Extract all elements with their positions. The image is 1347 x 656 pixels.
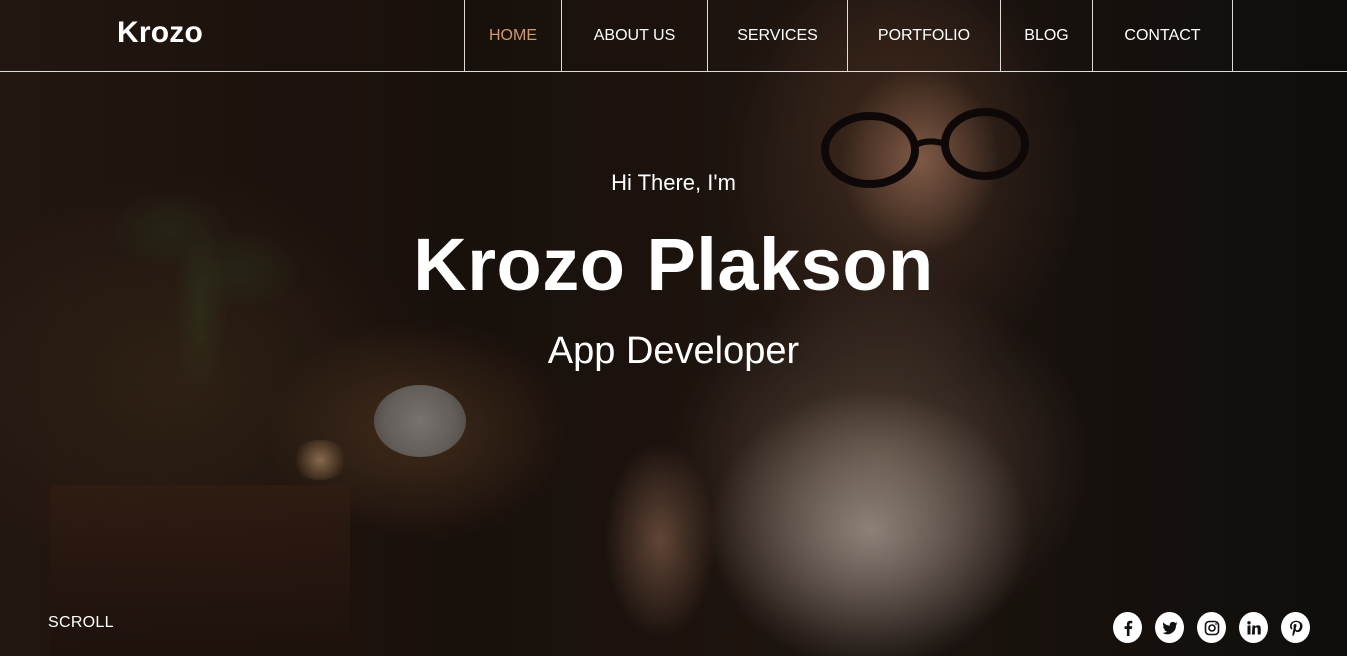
site-header: Krozo HOME ABOUT US SERVICES PORTFOLIO B… (0, 0, 1347, 72)
dark-overlay (0, 0, 1347, 656)
site-logo[interactable]: Krozo (117, 16, 203, 50)
nav-item-contact[interactable]: CONTACT (1093, 0, 1233, 71)
scroll-indicator[interactable]: SCROLL (48, 614, 114, 632)
hero-intro: Hi There, I'm (611, 170, 736, 195)
facebook-icon[interactable] (1113, 612, 1142, 643)
nav-item-blog[interactable]: BLOG (1001, 0, 1093, 71)
nav-item-services[interactable]: SERVICES (708, 0, 848, 71)
hero-role: App Developer (547, 330, 800, 372)
hero-background (0, 0, 1347, 656)
social-links (1113, 612, 1310, 643)
main-nav: HOME ABOUT US SERVICES PORTFOLIO BLOG CO… (464, 0, 1233, 71)
twitter-icon[interactable] (1155, 612, 1184, 643)
instagram-icon[interactable] (1197, 612, 1226, 643)
nav-item-about-us[interactable]: ABOUT US (562, 0, 708, 71)
linkedin-icon[interactable] (1239, 612, 1268, 643)
nav-item-home[interactable]: HOME (465, 0, 562, 71)
hero-name: Krozo Plakson (413, 223, 934, 306)
nav-item-portfolio[interactable]: PORTFOLIO (848, 0, 1001, 71)
pinterest-icon[interactable] (1281, 612, 1310, 643)
